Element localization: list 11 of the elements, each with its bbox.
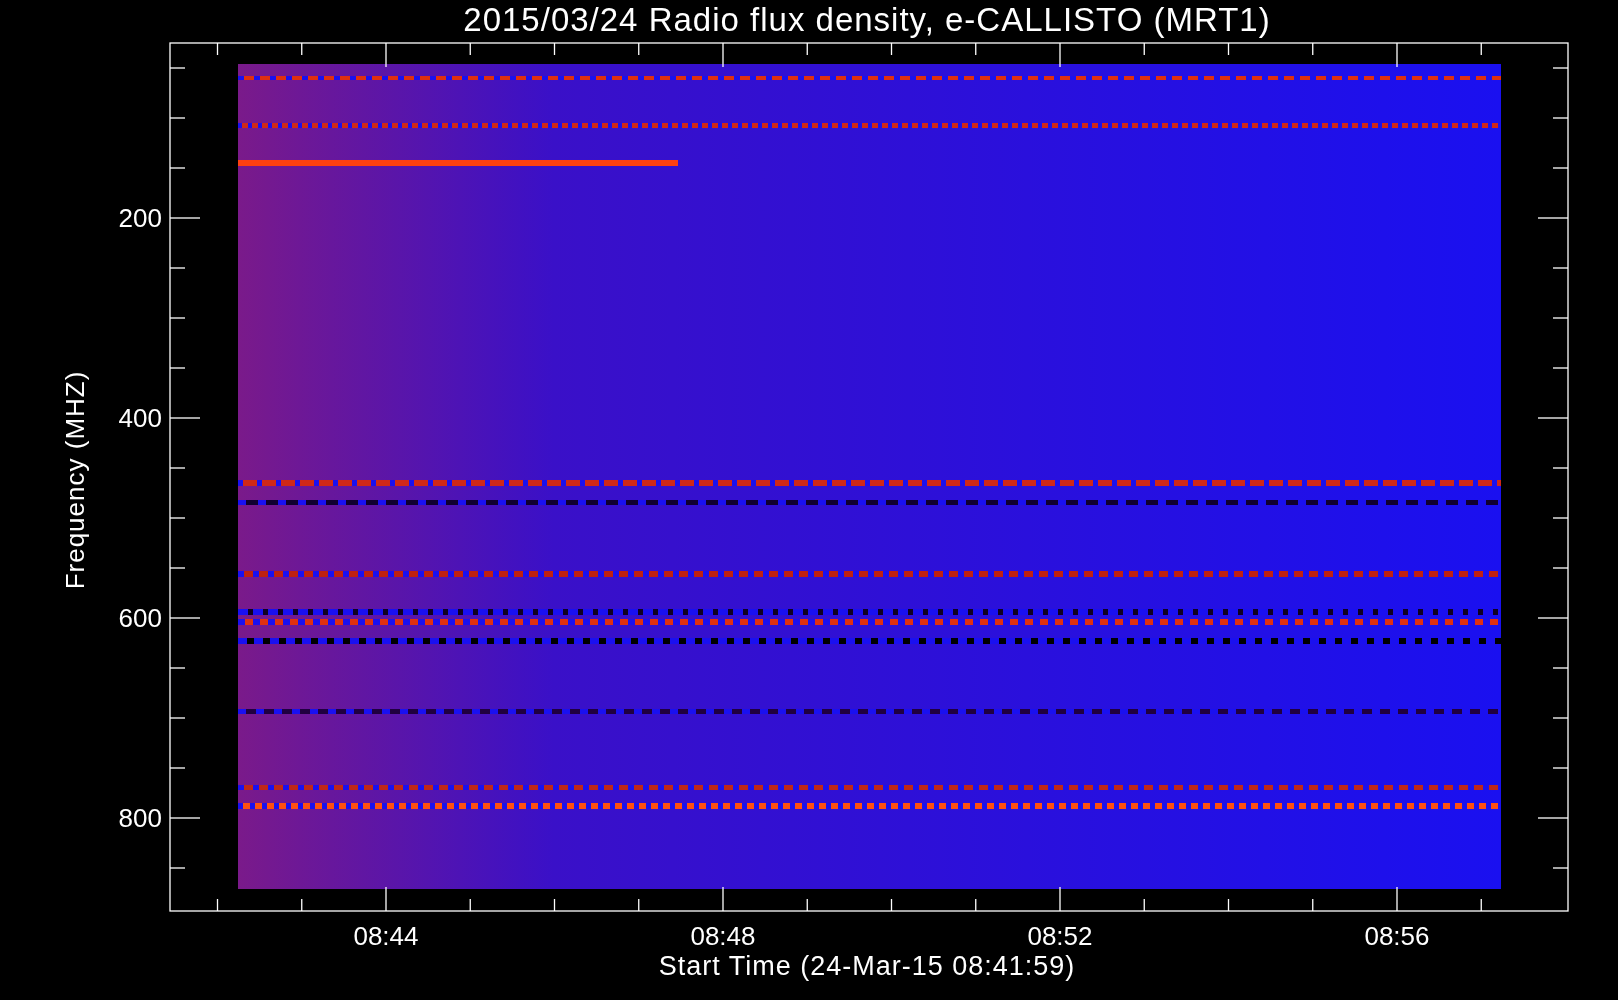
tick-label: 08:44 bbox=[353, 921, 419, 951]
chart-title: 2015/03/24 Radio flux density, e-CALLISTO (MRT1) bbox=[463, 1, 1271, 38]
axis-label: Start Time (24-Mar-15 08:41:59) bbox=[658, 951, 1076, 981]
tick-label: 08:48 bbox=[690, 921, 756, 951]
tick-label: 400 bbox=[118, 403, 162, 433]
tick-label: 08:52 bbox=[1027, 921, 1093, 951]
axis-label: Frequency (MHZ) bbox=[60, 370, 90, 590]
tick-label: 800 bbox=[118, 803, 162, 833]
tick-label: 200 bbox=[118, 203, 162, 233]
tick-label: 600 bbox=[118, 603, 162, 633]
tick-label: 08:56 bbox=[1364, 921, 1430, 951]
